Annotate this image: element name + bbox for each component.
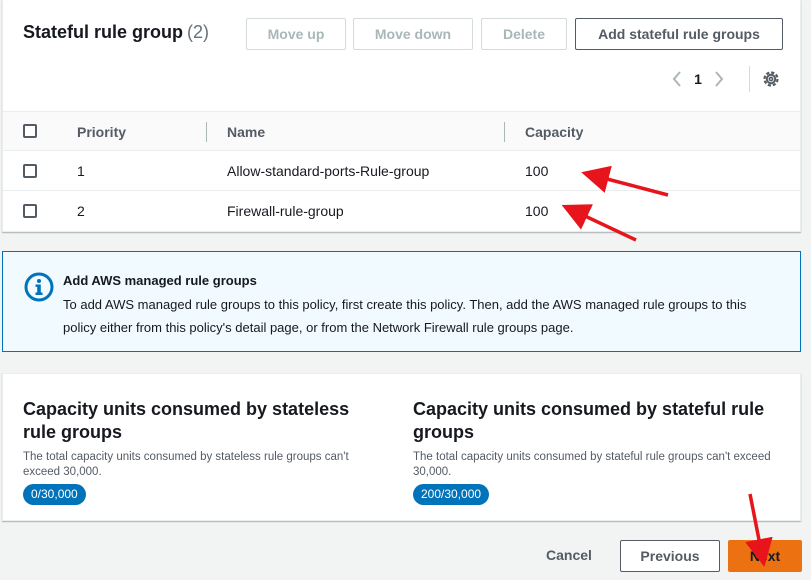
row-checkbox[interactable] [23, 164, 37, 178]
capacity-panel: Capacity units consumed by stateless rul… [2, 373, 801, 521]
delete-button[interactable]: Delete [481, 18, 567, 50]
page-number[interactable]: 1 [687, 71, 709, 87]
stateless-capacity-title: Capacity units consumed by stateless rul… [23, 399, 350, 442]
stateless-capacity: Capacity units consumed by stateless rul… [23, 398, 383, 505]
chevron-left-icon[interactable] [667, 69, 687, 89]
info-icon [23, 271, 55, 303]
panel-title: Stateful rule group (2) [23, 22, 209, 43]
pagination: 1 [667, 68, 729, 90]
cancel-button[interactable]: Cancel [546, 547, 592, 563]
column-header-priority[interactable]: Priority [77, 124, 126, 140]
add-stateful-rule-groups-button[interactable]: Add stateful rule groups [575, 18, 783, 50]
column-resizer[interactable] [504, 122, 505, 142]
row-capacity: 100 [525, 163, 549, 179]
stateful-capacity-title: Capacity units consumed by stateful rule… [413, 399, 765, 442]
row-priority: 1 [77, 163, 85, 179]
panel-title-count: (2) [187, 22, 210, 42]
table-header: Priority Name Capacity [3, 111, 800, 151]
row-checkbox[interactable] [23, 204, 37, 218]
table-row[interactable]: 2 Firewall-rule-group 100 [3, 191, 800, 231]
row-name: Firewall-rule-group [227, 203, 344, 219]
row-priority: 2 [77, 203, 85, 219]
stateful-capacity-badge: 200/30,000 [413, 484, 490, 505]
select-all-checkbox[interactable] [23, 124, 37, 138]
column-header-capacity[interactable]: Capacity [525, 124, 583, 140]
info-alert: Add AWS managed rule groups To add AWS m… [2, 251, 801, 352]
row-capacity: 100 [525, 203, 549, 219]
info-alert-title: Add AWS managed rule groups [63, 273, 257, 288]
stateful-capacity: Capacity units consumed by stateful rule… [413, 398, 773, 505]
column-resizer[interactable] [206, 122, 207, 142]
move-down-button[interactable]: Move down [353, 18, 473, 50]
row-name: Allow-standard-ports-Rule-group [227, 163, 430, 179]
previous-button[interactable]: Previous [620, 540, 720, 572]
panel-title-text: Stateful rule group [23, 22, 184, 42]
stateful-rule-group-panel: Stateful rule group (2) Move up Move down… [2, 0, 801, 232]
column-header-name[interactable]: Name [227, 124, 265, 140]
gear-icon[interactable] [761, 69, 781, 89]
stateless-capacity-badge: 0/30,000 [23, 484, 86, 505]
stateless-capacity-description: The total capacity units consumed by sta… [23, 451, 349, 478]
info-alert-body: To add AWS managed rule groups to this p… [63, 297, 747, 335]
stateful-capacity-description: The total capacity units consumed by sta… [413, 451, 771, 478]
next-button[interactable]: Next [728, 540, 802, 572]
pager-divider [749, 66, 750, 92]
chevron-right-icon[interactable] [709, 69, 729, 89]
move-up-button[interactable]: Move up [246, 18, 346, 50]
table-row[interactable]: 1 Allow-standard-ports-Rule-group 100 [3, 151, 800, 191]
